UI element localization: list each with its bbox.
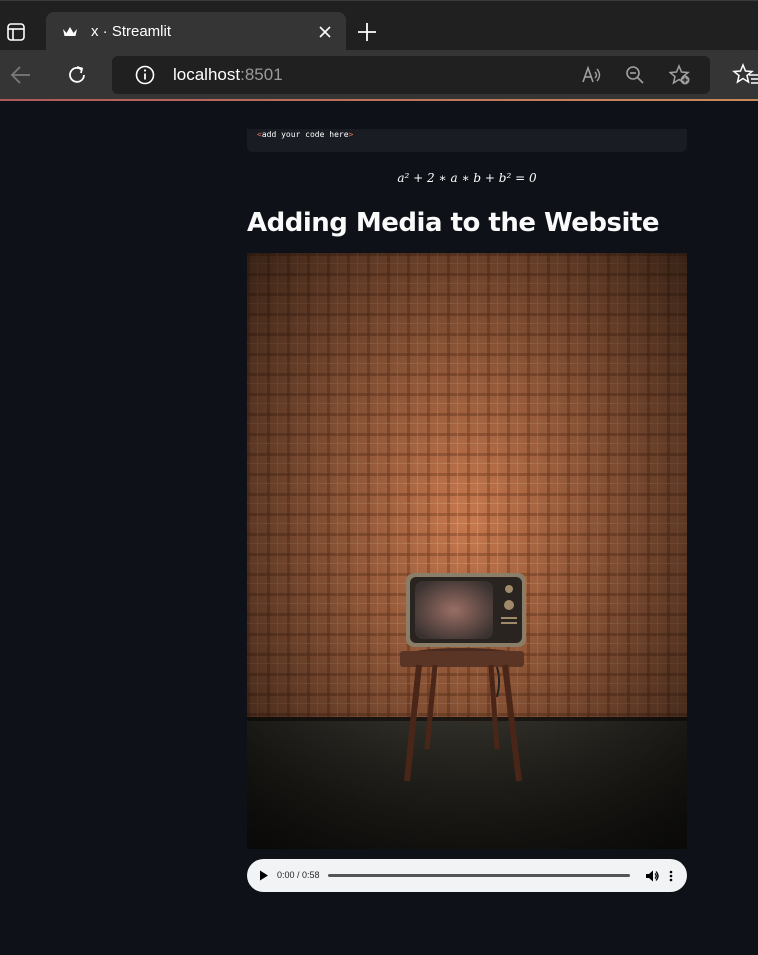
- code-content: add your code here: [261, 130, 349, 139]
- code-tag-close: >: [348, 130, 354, 139]
- zoom-out-icon[interactable]: [624, 64, 646, 86]
- back-arrow-icon[interactable]: [8, 62, 34, 88]
- refresh-icon[interactable]: [64, 62, 90, 88]
- browser-toolbar: localhost:8501: [0, 50, 758, 100]
- audio-time: 0:00 / 0:58: [277, 870, 320, 880]
- streamlit-crown-icon: [63, 27, 77, 36]
- close-tab-icon[interactable]: [316, 23, 334, 41]
- add-favorite-icon[interactable]: [669, 64, 691, 86]
- address-bar[interactable]: localhost:8501: [112, 56, 710, 94]
- active-tab[interactable]: x · Streamlit: [46, 12, 346, 52]
- read-aloud-icon[interactable]: [580, 64, 602, 86]
- volume-icon[interactable]: [645, 869, 659, 883]
- audio-player: 0:00 / 0:58: [247, 859, 687, 892]
- new-tab-icon[interactable]: [356, 21, 378, 43]
- url-port: :8501: [240, 65, 283, 84]
- site-info-icon[interactable]: [134, 64, 156, 86]
- code-block: <add your code here>: [247, 129, 687, 152]
- page-heading: Adding Media to the Website: [247, 208, 659, 238]
- more-options-icon[interactable]: [668, 869, 674, 883]
- media-image: [247, 253, 687, 849]
- favorites-icon[interactable]: [732, 62, 758, 88]
- latex-equation: a² + 2 ∗ a ∗ b + b² = 0: [397, 171, 537, 185]
- audio-progress-track[interactable]: [328, 874, 630, 877]
- url-host: localhost: [173, 65, 241, 84]
- tab-actions-icon[interactable]: [6, 22, 26, 42]
- play-icon[interactable]: [259, 870, 269, 881]
- retro-tv-photo: [247, 253, 687, 849]
- browser-tab-bar: x · Streamlit: [0, 0, 758, 52]
- toolbar-accent-line: [0, 99, 758, 101]
- url-text: localhost:8501: [173, 65, 283, 85]
- tab-title: x · Streamlit: [91, 23, 172, 40]
- code-text: <add your code here>: [257, 130, 353, 139]
